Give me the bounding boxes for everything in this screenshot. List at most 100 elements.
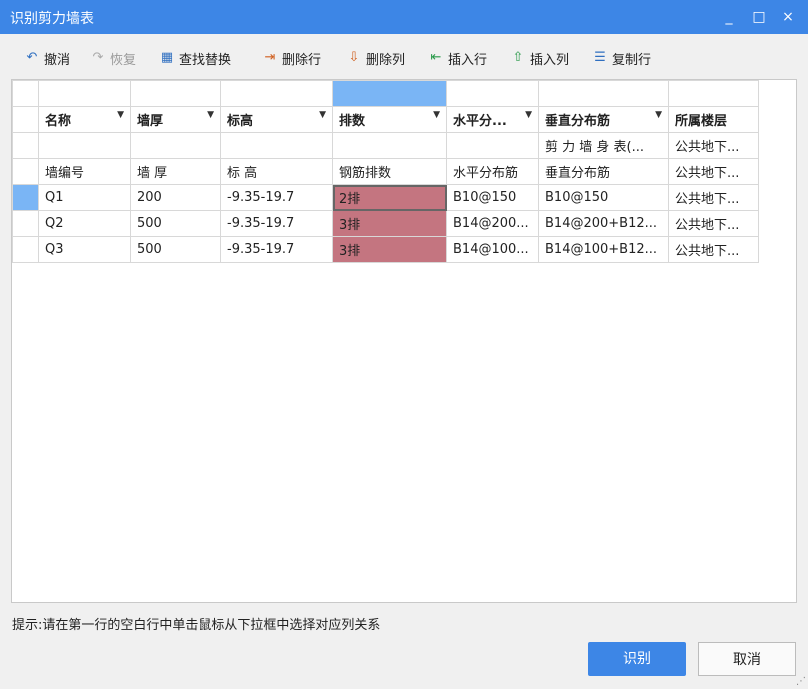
grid-cell-highlighted[interactable]: 2排 xyxy=(332,184,447,211)
col-select-6[interactable] xyxy=(538,80,669,107)
dropdown-arrow-icon[interactable]: ▼ xyxy=(319,110,326,120)
delete-col-button[interactable]: ⇩ 删除列 xyxy=(346,48,405,68)
find-replace-icon: ▦ xyxy=(160,50,174,65)
insert-col-button[interactable]: ⇧ 插入列 xyxy=(510,48,569,68)
grid-cell[interactable] xyxy=(332,132,447,159)
dropdown-arrow-icon[interactable]: ▼ xyxy=(655,110,662,120)
grid-cell[interactable] xyxy=(220,132,333,159)
col-select-2[interactable] xyxy=(130,80,221,107)
table-row: 剪 力 墙 身 表(... 公共地下... xyxy=(12,132,759,159)
maximize-button[interactable]: □ xyxy=(747,5,771,29)
redo-label: 恢复 xyxy=(110,52,137,68)
col-select-7[interactable] xyxy=(668,80,759,107)
grid-cell[interactable]: B14@200+B12... xyxy=(538,210,669,237)
grid-cell[interactable]: B14@200... xyxy=(446,210,539,237)
table-row: 墙编号 墙 厚 标 高 钢筋排数 水平分布筋 垂直分布筋 公共地下... xyxy=(12,158,759,185)
delete-row-button[interactable]: ⇥ 删除行 xyxy=(262,48,321,68)
resize-grip-icon[interactable]: ⋰ xyxy=(796,676,806,687)
grid-cell[interactable]: 公共地下... xyxy=(668,236,759,263)
insert-col-icon: ⇧ xyxy=(512,50,524,65)
grid-cell[interactable]: -9.35-19.7 xyxy=(220,236,333,263)
delete-row-icon: ⇥ xyxy=(264,50,276,65)
grid-cell[interactable]: 墙 厚 xyxy=(130,158,221,185)
row-header-selected[interactable] xyxy=(12,184,39,211)
dropdown-arrow-icon[interactable]: ▼ xyxy=(433,110,440,120)
grid-cell[interactable] xyxy=(130,132,221,159)
grid-cell[interactable]: 标 高 xyxy=(220,158,333,185)
grid-cell[interactable]: 公共地下... xyxy=(668,158,759,185)
grid-cell[interactable]: B10@150 xyxy=(446,184,539,211)
grid-table: 名称 ▼ 墙厚 ▼ 标高 ▼ 排数 ▼ 水平分... ▼ 垂直分布筋 ▼ 所属楼层 剪 力 … xyxy=(12,80,759,263)
grid-cell[interactable] xyxy=(446,132,539,159)
grid-cell[interactable]: 墙编号 xyxy=(38,158,131,185)
col-select-3[interactable] xyxy=(220,80,333,107)
cancel-button[interactable]: 取消 xyxy=(698,642,796,676)
find-replace-label: 查找替换 xyxy=(179,52,232,68)
grid-cell[interactable]: -9.35-19.7 xyxy=(220,184,333,211)
grid-cell-highlighted[interactable]: 3排 xyxy=(332,210,447,237)
redo-button[interactable]: ↷ 恢复 xyxy=(90,48,136,68)
undo-label: 撤消 xyxy=(44,52,71,68)
grid-cell[interactable] xyxy=(38,132,131,159)
header-cell[interactable]: 标高 ▼ xyxy=(220,106,333,133)
recognize-button[interactable]: 识别 xyxy=(588,642,686,676)
grid-cell[interactable]: Q3 xyxy=(38,236,131,263)
minimize-button[interactable]: _ xyxy=(717,5,741,29)
grid-cell[interactable]: 水平分布筋 xyxy=(446,158,539,185)
header-cell[interactable]: 排数 ▼ xyxy=(332,106,447,133)
grid-cell[interactable]: 500 xyxy=(130,236,221,263)
grid-cell[interactable]: 剪 力 墙 身 表(... xyxy=(538,132,669,159)
redo-icon: ↷ xyxy=(92,50,104,65)
find-replace-button[interactable]: ▦ 查找替换 xyxy=(159,48,231,68)
grid-cell[interactable]: 公共地下... xyxy=(668,210,759,237)
row-header[interactable] xyxy=(12,158,39,185)
grid-cell[interactable]: Q2 xyxy=(38,210,131,237)
close-button[interactable]: × xyxy=(776,5,800,29)
delete-col-icon: ⇩ xyxy=(348,50,360,65)
undo-button[interactable]: ↶ 撤消 xyxy=(24,48,70,68)
header-label: 垂直分布筋 xyxy=(545,114,611,129)
header-cell[interactable]: 垂直分布筋 ▼ xyxy=(538,106,669,133)
insert-row-button[interactable]: ⇤ 插入行 xyxy=(428,48,487,68)
mapping-header-row: 名称 ▼ 墙厚 ▼ 标高 ▼ 排数 ▼ 水平分... ▼ 垂直分布筋 ▼ 所属楼层 xyxy=(12,106,759,133)
row-header[interactable] xyxy=(12,132,39,159)
dropdown-arrow-icon[interactable]: ▼ xyxy=(525,110,532,120)
header-cell[interactable]: 所属楼层 xyxy=(668,106,759,133)
grid-cell[interactable]: 公共地下... xyxy=(668,184,759,211)
table-row: Q2 500 -9.35-19.7 3排 B14@200... B14@200+… xyxy=(12,210,759,237)
header-cell[interactable]: 墙厚 ▼ xyxy=(130,106,221,133)
row-header[interactable] xyxy=(12,210,39,237)
dropdown-arrow-icon[interactable]: ▼ xyxy=(117,110,124,120)
grid-cell[interactable]: B14@100+B12... xyxy=(538,236,669,263)
grid-cell[interactable]: -9.35-19.7 xyxy=(220,210,333,237)
grid-cell[interactable]: Q1 xyxy=(38,184,131,211)
grid-cell-highlighted[interactable]: 3排 xyxy=(332,236,447,263)
dropdown-arrow-icon[interactable]: ▼ xyxy=(207,110,214,120)
insert-row-icon: ⇤ xyxy=(430,50,442,65)
row-header[interactable] xyxy=(12,236,39,263)
hint-text: 提示:请在第一行的空白行中单击鼠标从下拉框中选择对应列关系 xyxy=(12,618,381,633)
header-cell[interactable]: 水平分... ▼ xyxy=(446,106,539,133)
header-cell[interactable]: 名称 ▼ xyxy=(38,106,131,133)
col-select-1[interactable] xyxy=(38,80,131,107)
insert-col-label: 插入列 xyxy=(530,52,570,68)
table-row: Q1 200 -9.35-19.7 2排 B10@150 B10@150 公共地… xyxy=(12,184,759,211)
grid-cell[interactable]: 垂直分布筋 xyxy=(538,158,669,185)
data-grid[interactable]: 名称 ▼ 墙厚 ▼ 标高 ▼ 排数 ▼ 水平分... ▼ 垂直分布筋 ▼ 所属楼层 剪 力 … xyxy=(11,79,797,603)
col-select-4[interactable] xyxy=(332,80,447,107)
copy-row-icon: ☰ xyxy=(594,50,606,65)
corner-cell[interactable] xyxy=(12,80,39,107)
grid-cell[interactable]: 200 xyxy=(130,184,221,211)
grid-cell[interactable]: B10@150 xyxy=(538,184,669,211)
row-header[interactable] xyxy=(12,106,39,133)
delete-row-label: 删除行 xyxy=(282,52,322,68)
copy-row-button[interactable]: ☰ 复制行 xyxy=(592,48,651,68)
grid-cell[interactable]: B14@100... xyxy=(446,236,539,263)
title-bar: 识别剪力墙表 _ □ × xyxy=(0,0,808,34)
header-label: 墙厚 xyxy=(137,114,164,129)
col-select-5[interactable] xyxy=(446,80,539,107)
grid-cell[interactable]: 500 xyxy=(130,210,221,237)
grid-cell[interactable]: 钢筋排数 xyxy=(332,158,447,185)
grid-cell[interactable]: 公共地下... xyxy=(668,132,759,159)
header-label: 名称 xyxy=(45,114,72,129)
